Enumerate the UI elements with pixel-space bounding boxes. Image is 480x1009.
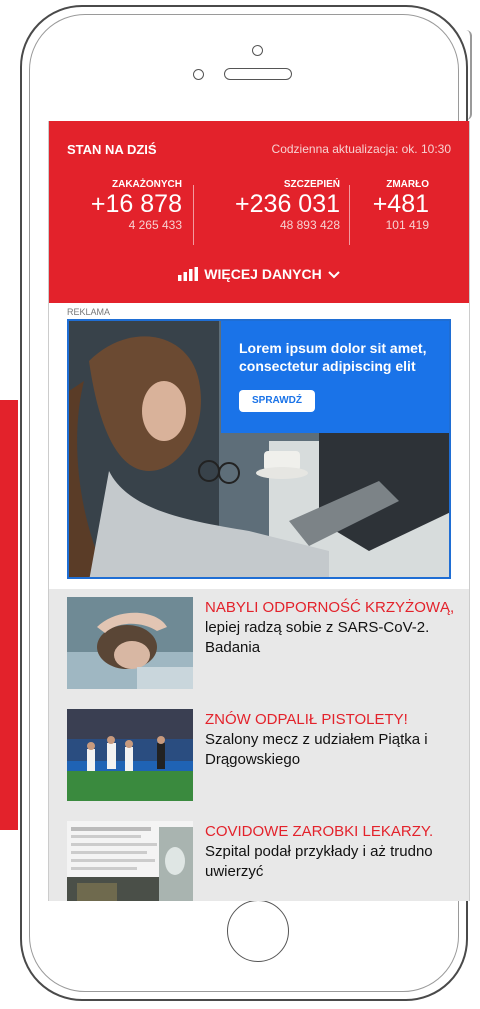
bar-chart-icon (178, 267, 199, 284)
news-thumbnail (67, 597, 193, 689)
news-item[interactable]: COVIDOWE ZAROBKI LEKARZY. Szpital podał … (67, 813, 451, 901)
stat-label: SZCZEPIEŃ (283, 179, 340, 190)
news-highlight: COVIDOWE ZAROBKI LEKARZY. (205, 823, 434, 840)
chevron-down-icon (328, 266, 340, 282)
stat-divider (349, 185, 350, 245)
stats-title: STAN NA DZIŚ (67, 142, 157, 157)
stat-value: +481 (372, 190, 429, 218)
more-data-button[interactable]: WIĘCEJ DANYCH (49, 266, 469, 284)
stat-total: 101 419 (385, 218, 429, 232)
ad-text-panel (221, 321, 449, 433)
news-thumbnail (67, 709, 193, 801)
stat-label: ZAKAŻONYCH (112, 179, 182, 190)
stat-value: +236 031 (235, 190, 340, 218)
news-list: NABYLI ODPORNOŚĆ KRZYŻOWĄ, lepiej radzą … (49, 589, 469, 901)
news-thumbnail (67, 821, 193, 901)
news-item[interactable]: NABYLI ODPORNOŚĆ KRZYŻOWĄ, lepiej radzą … (67, 589, 454, 689)
more-data-label: WIĘCEJ DANYCH (204, 266, 322, 282)
news-rest: lepiej radzą sobie z SARS-CoV-2. Badania (205, 619, 430, 656)
ad-label: REKLAMA (67, 307, 111, 317)
ad-text: Lorem ipsum dolor sit amet, consectetur … (239, 340, 427, 374)
stat-infected: ZAKAŻONYCH +16 878 4 265 433 (79, 179, 182, 232)
speaker-icon (224, 68, 292, 80)
news-headline: COVIDOWE ZAROBKI LEKARZY. Szpital podał … (205, 822, 455, 882)
news-headline: NABYLI ODPORNOŚĆ KRZYŻOWĄ, lepiej radzą … (205, 598, 455, 658)
stat-total: 4 265 433 (128, 218, 182, 232)
stat-value: +16 878 (90, 190, 182, 218)
news-rest: Szpital podał przykłady i aż trudno uwie… (205, 843, 433, 880)
news-item[interactable]: ZNÓW ODPALIŁ PISTOLETY! Szalony mecz z u… (67, 701, 451, 801)
stat-deaths: ZMARŁO +481 101 419 (365, 179, 429, 232)
camera-icon (252, 45, 263, 56)
news-rest: Szalony mecz z udziałem Piątka i Drągows… (205, 731, 428, 768)
stat-vaccinations: SZCZEPIEŃ +236 031 48 893 428 (219, 179, 340, 232)
news-headline: ZNÓW ODPALIŁ PISTOLETY! Szalony mecz z u… (205, 710, 455, 770)
stat-label: ZMARŁO (386, 179, 429, 190)
sensor-icon (193, 69, 204, 80)
stat-divider (193, 185, 194, 245)
news-highlight: ZNÓW ODPALIŁ PISTOLETY! (205, 711, 408, 728)
stats-update-time: Codzienna aktualizacja: ok. 10:30 (271, 142, 451, 156)
ad-banner[interactable]: Lorem ipsum dolor sit amet, consectetur … (67, 319, 451, 579)
news-highlight: NABYLI ODPORNOŚĆ KRZYŻOWĄ, (205, 599, 455, 616)
ad-cta-button[interactable]: SPRAWDŹ (239, 390, 315, 412)
home-button[interactable] (227, 900, 289, 962)
stats-banner: STAN NA DZIŚ Codzienna aktualizacja: ok.… (49, 121, 469, 303)
stat-total: 48 893 428 (279, 218, 340, 232)
background-red-bar (0, 400, 18, 830)
phone-screen: STAN NA DZIŚ Codzienna aktualizacja: ok.… (48, 121, 470, 901)
